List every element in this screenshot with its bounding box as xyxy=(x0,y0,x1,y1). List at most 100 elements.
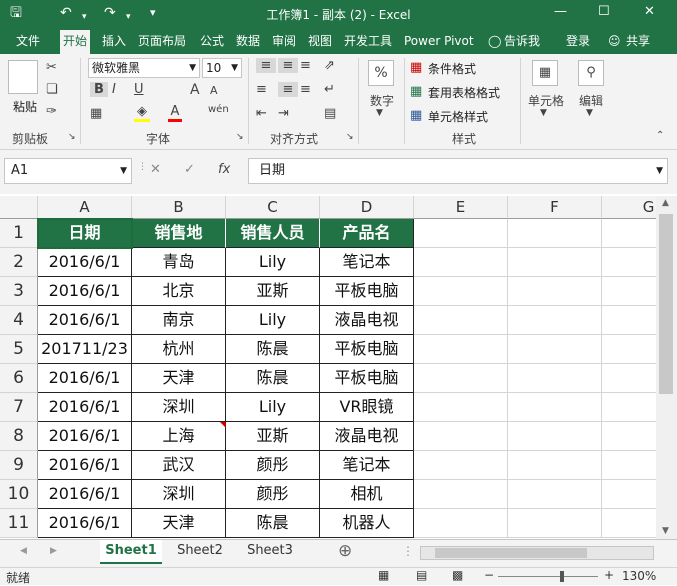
cell-d8[interactable]: 液晶电视 xyxy=(320,422,414,451)
tab-developer[interactable]: 开发工具 xyxy=(344,33,392,49)
cell-f6[interactable] xyxy=(508,364,602,393)
cell-e10[interactable] xyxy=(414,480,508,509)
minimize-button[interactable]: — xyxy=(554,4,567,19)
tab-page-layout[interactable]: 页面布局 xyxy=(138,33,186,49)
cell-d6[interactable]: 平板电脑 xyxy=(320,364,414,393)
maximize-button[interactable]: ☐ xyxy=(598,4,610,19)
tab-power-pivot[interactable]: Power Pivot xyxy=(404,33,474,49)
row-header-4[interactable]: 4 xyxy=(0,306,38,335)
cell-style-button[interactable]: 单元格样式 xyxy=(428,108,488,125)
cell-f5[interactable] xyxy=(508,335,602,364)
number-button[interactable]: 数字 xyxy=(362,92,402,109)
row-header-9[interactable]: 9 xyxy=(0,451,38,480)
increase-indent-icon[interactable]: ⇥ xyxy=(278,106,289,121)
cell-a6[interactable]: 2016/6/1 xyxy=(38,364,132,393)
cell-b11[interactable]: 天津 xyxy=(132,509,226,538)
cell-d10[interactable]: 相机 xyxy=(320,480,414,509)
cell-e5[interactable] xyxy=(414,335,508,364)
normal-view-icon[interactable]: ▦ xyxy=(378,568,389,582)
column-header-a[interactable]: A xyxy=(38,196,132,219)
cells-button[interactable]: 单元格 xyxy=(524,92,568,109)
cell-d3[interactable]: 平板电脑 xyxy=(320,277,414,306)
cell-d4[interactable]: 液晶电视 xyxy=(320,306,414,335)
page-layout-icon[interactable]: ▤ xyxy=(416,568,427,582)
cells-icon[interactable]: ▦ xyxy=(532,60,558,86)
cell-c11[interactable]: 陈晨 xyxy=(226,509,320,538)
cell-c8[interactable]: 亚斯 xyxy=(226,422,320,451)
sheet-tab-1[interactable]: Sheet1 xyxy=(100,540,162,564)
row-header-11[interactable]: 11 xyxy=(0,509,38,538)
tab-insert[interactable]: 插入 xyxy=(102,33,126,49)
font-color-icon[interactable]: A xyxy=(168,104,182,122)
zoom-thumb[interactable] xyxy=(560,571,564,582)
decrease-indent-icon[interactable]: ⇤ xyxy=(256,106,267,121)
share-button[interactable]: 共享 xyxy=(626,33,650,49)
border-icon[interactable]: ▦ xyxy=(90,106,102,121)
cell-a2[interactable]: 2016/6/1 xyxy=(38,248,132,277)
align-top-icon[interactable]: ≡ xyxy=(256,58,276,73)
cell-a7[interactable]: 2016/6/1 xyxy=(38,393,132,422)
orientation-icon[interactable]: ⇗ xyxy=(324,58,335,73)
cell-c9[interactable]: 颜彤 xyxy=(226,451,320,480)
font-size-select[interactable]: 10 ▼ xyxy=(202,58,242,78)
number-format-icon[interactable]: % xyxy=(368,60,394,86)
cell-e1[interactable] xyxy=(414,219,508,248)
cell-e6[interactable] xyxy=(414,364,508,393)
add-sheet-icon[interactable]: ⊕ xyxy=(338,541,352,561)
row-header-2[interactable]: 2 xyxy=(0,248,38,277)
tab-formulas[interactable]: 公式 xyxy=(200,33,224,49)
cell-f8[interactable] xyxy=(508,422,602,451)
cell-a1[interactable]: 日期 xyxy=(38,219,132,248)
insert-function-icon[interactable]: fx xyxy=(218,162,230,177)
row-header-3[interactable]: 3 xyxy=(0,277,38,306)
tell-me-search[interactable]: 告诉我 xyxy=(504,33,540,49)
cell-f4[interactable] xyxy=(508,306,602,335)
paste-icon[interactable] xyxy=(8,60,38,94)
shrink-font-icon[interactable]: A xyxy=(210,84,218,97)
column-header-g[interactable]: G xyxy=(602,196,656,219)
collapse-ribbon-icon[interactable]: ⌃ xyxy=(656,130,664,141)
row-header-7[interactable]: 7 xyxy=(0,393,38,422)
name-box[interactable]: A1 ▼ xyxy=(4,158,132,184)
zoom-out-button[interactable]: − xyxy=(484,568,494,582)
cell-g2[interactable] xyxy=(602,248,656,277)
cell-g5[interactable] xyxy=(602,335,656,364)
tab-home[interactable]: 开始 xyxy=(60,30,91,54)
cell-f2[interactable] xyxy=(508,248,602,277)
zoom-in-button[interactable]: + xyxy=(604,568,614,582)
cell-c4[interactable]: Lily xyxy=(226,306,320,335)
cell-d9[interactable]: 笔记本 xyxy=(320,451,414,480)
cell-g9[interactable] xyxy=(602,451,656,480)
search-icon[interactable]: ⚲ xyxy=(578,60,604,86)
fill-color-icon[interactable]: ◈ xyxy=(134,104,150,122)
cell-a10[interactable]: 2016/6/1 xyxy=(38,480,132,509)
cell-e8[interactable] xyxy=(414,422,508,451)
format-painter-icon[interactable]: ✑ xyxy=(46,104,57,119)
italic-button[interactable]: I xyxy=(112,82,116,97)
cell-e9[interactable] xyxy=(414,451,508,480)
cell-f1[interactable] xyxy=(508,219,602,248)
cell-b7[interactable]: 深圳 xyxy=(132,393,226,422)
column-header-b[interactable]: B xyxy=(132,196,226,219)
align-left-icon[interactable]: ≡ xyxy=(256,82,267,97)
horizontal-scrollbar[interactable] xyxy=(420,546,654,560)
cell-a11[interactable]: 2016/6/1 xyxy=(38,509,132,538)
worksheet-grid[interactable]: A B C D E F G 1 日期 销售地 销售人员 产品名 2 2016/6/1 青岛 Lily 笔记本 3 2… xyxy=(0,196,656,539)
cell-g10[interactable] xyxy=(602,480,656,509)
cell-d5[interactable]: 平板电脑 xyxy=(320,335,414,364)
cell-d7[interactable]: VR眼镜 xyxy=(320,393,414,422)
tab-scroll-right-icon[interactable]: ▶ xyxy=(50,546,57,556)
cell-a9[interactable]: 2016/6/1 xyxy=(38,451,132,480)
align-center-icon[interactable]: ≡ xyxy=(278,82,298,97)
cell-f11[interactable] xyxy=(508,509,602,538)
confirm-edit-icon[interactable]: ✓ xyxy=(184,162,195,177)
vertical-scrollbar[interactable]: ▲ ▼ xyxy=(656,196,677,539)
tab-view[interactable]: 视图 xyxy=(308,33,332,49)
cell-a4[interactable]: 2016/6/1 xyxy=(38,306,132,335)
sheet-tab-3[interactable]: Sheet3 xyxy=(238,540,302,564)
cell-c1[interactable]: 销售人员 xyxy=(226,219,320,248)
underline-button[interactable]: U xyxy=(134,82,144,97)
cell-b10[interactable]: 深圳 xyxy=(132,480,226,509)
column-header-d[interactable]: D xyxy=(320,196,414,219)
column-header-e[interactable]: E xyxy=(414,196,508,219)
